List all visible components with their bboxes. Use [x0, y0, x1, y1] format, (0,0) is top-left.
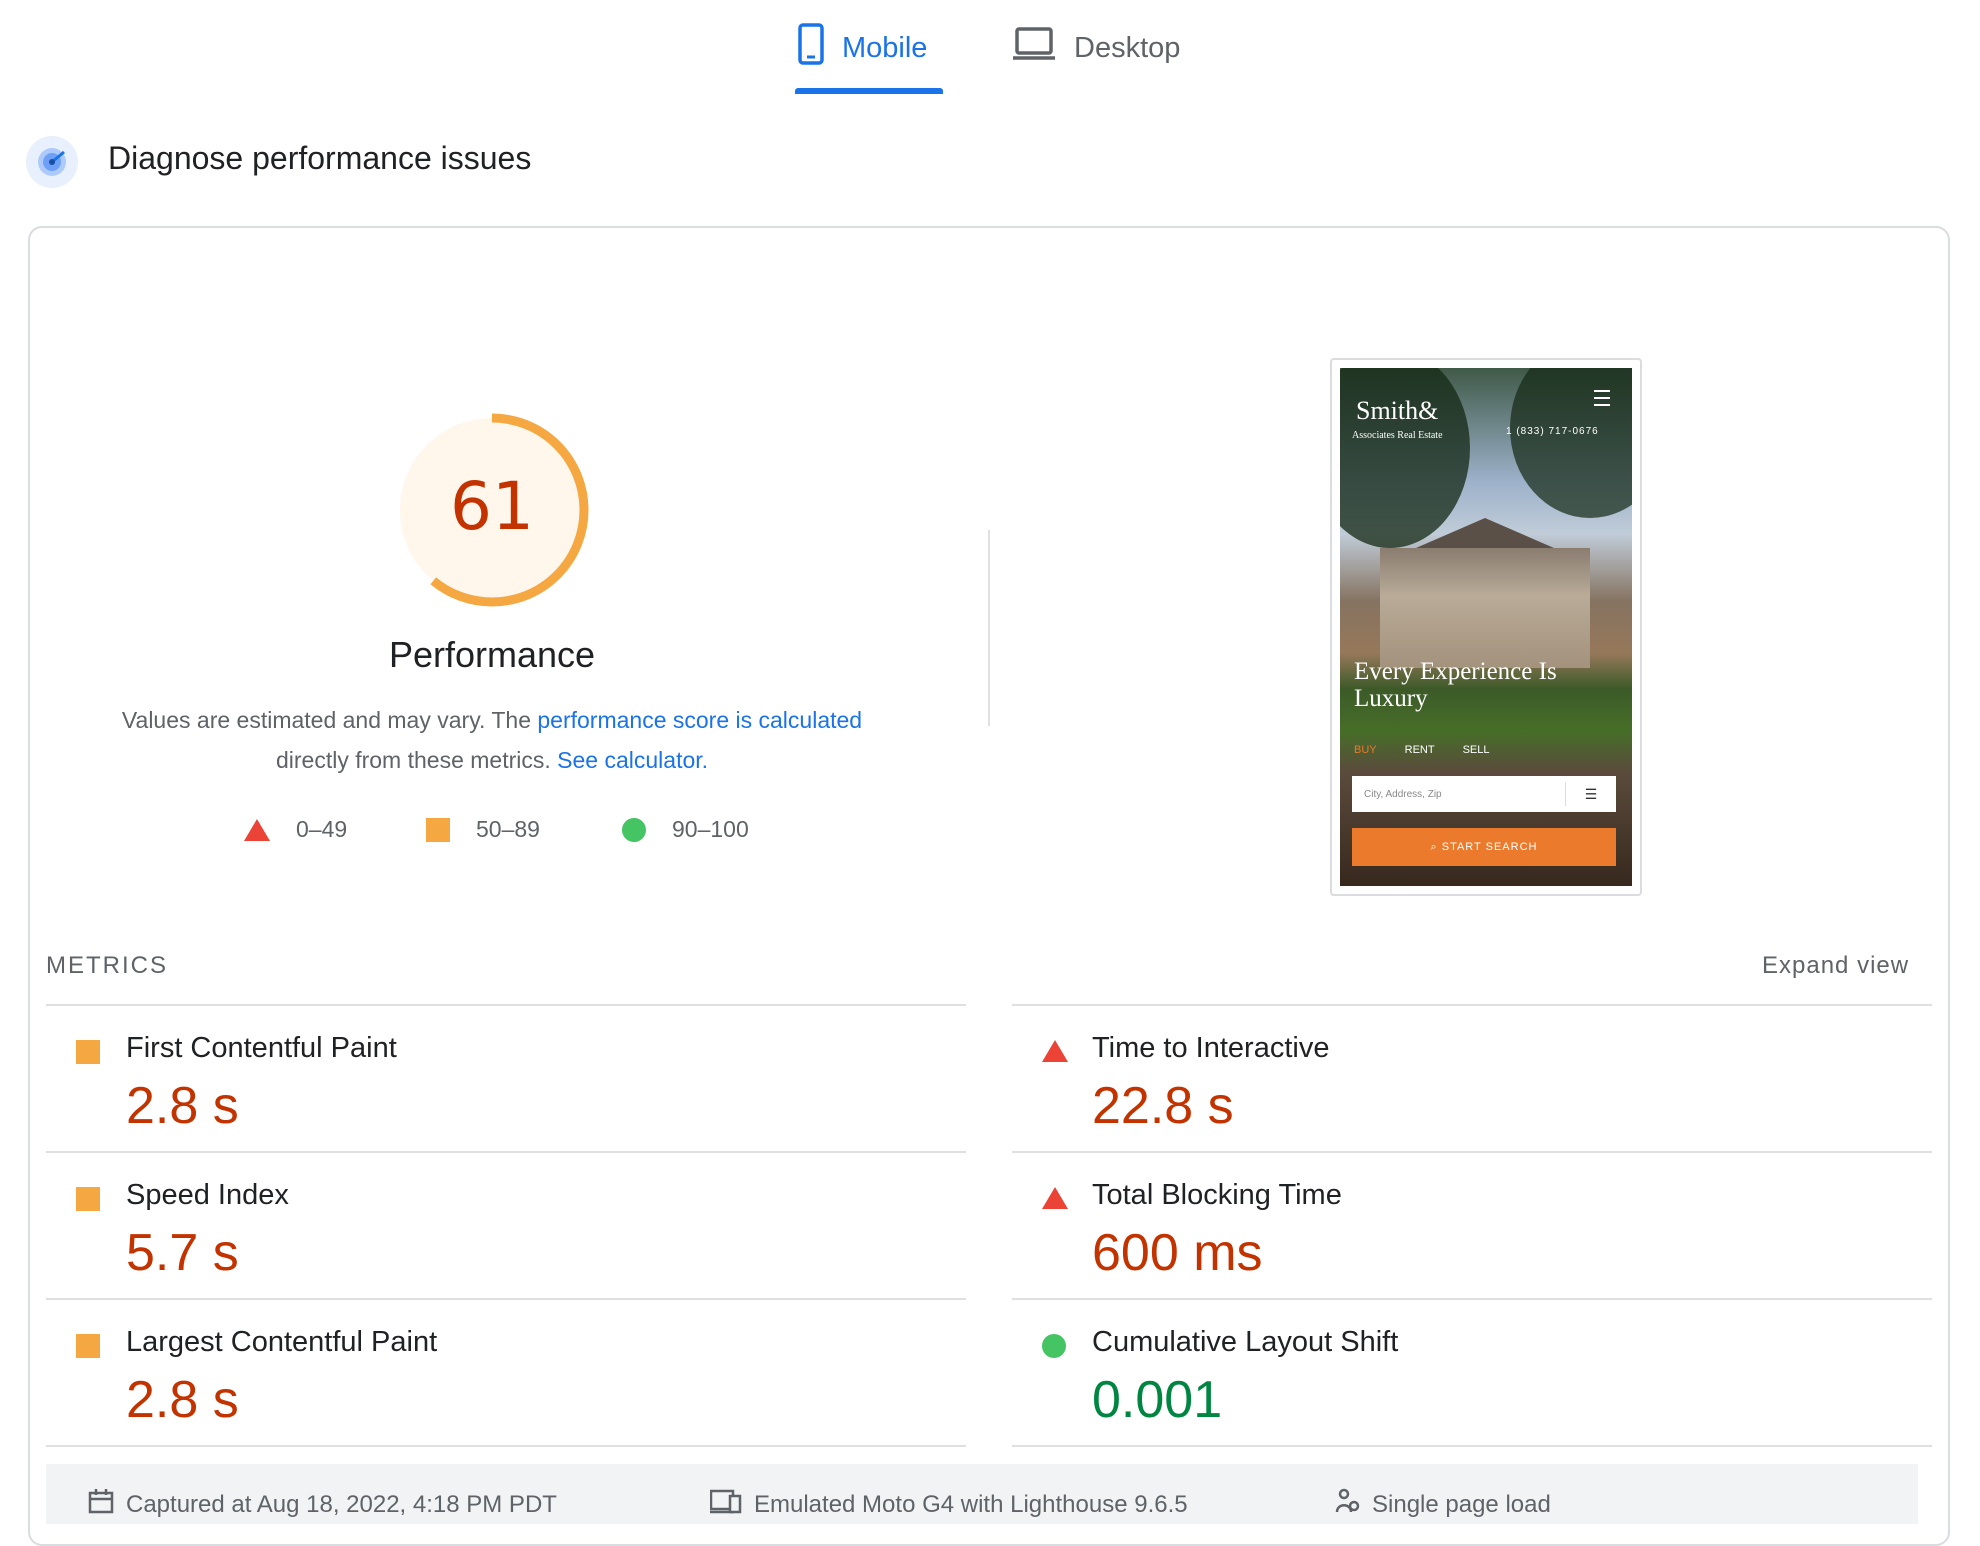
orange-square-icon — [426, 817, 450, 842]
active-tab-indicator — [795, 88, 943, 94]
tab-desktop[interactable]: Desktop — [1012, 18, 1180, 78]
filter-icon: ☰ — [1565, 782, 1616, 806]
orange-square-icon — [76, 1040, 100, 1064]
tree-left — [1340, 368, 1470, 548]
legend-pass-label: 90–100 — [672, 816, 749, 842]
site-headline: Every Experience Is Luxury — [1354, 658, 1557, 712]
site-phone: 1 (833) 717-0676 — [1506, 426, 1599, 437]
green-circle-icon — [1042, 1334, 1066, 1358]
single-page-load-text: Single page load — [1372, 1490, 1551, 1518]
site-nav: BUY RENT SELL — [1354, 744, 1490, 756]
laptop-icon — [1012, 27, 1056, 69]
description-text: Values are estimated and may vary. The — [121, 707, 538, 733]
metric-name: Time to Interactive — [1092, 1032, 1330, 1064]
expand-view-button[interactable]: Expand view — [1762, 952, 1909, 980]
metric-total-blocking-time: Total Blocking Time 600 ms — [1012, 1153, 1932, 1299]
performance-score: 61 — [450, 468, 534, 545]
metric-name: Total Blocking Time — [1092, 1179, 1342, 1211]
site-nav-rent: RENT — [1404, 744, 1435, 756]
orange-square-icon — [76, 1334, 100, 1358]
tab-mobile-label: Mobile — [842, 31, 928, 64]
site-logo: Smith& — [1356, 396, 1439, 425]
phone-icon — [798, 23, 824, 73]
site-nav-sell: SELL — [1462, 744, 1490, 756]
performance-description: Values are estimated and may vary. The p… — [90, 700, 894, 780]
legend-pass: 90–100 — [622, 816, 749, 843]
metric-value: 2.8 s — [126, 1371, 239, 1429]
emulated-device: Emulated Moto G4 with Lighthouse 9.6.5 — [709, 1488, 1188, 1521]
legend-fail-label: 0–49 — [296, 816, 348, 842]
red-triangle-icon — [1042, 1040, 1068, 1062]
red-triangle-icon — [244, 818, 270, 841]
page-screenshot: Smith& Associates Real Estate 1 (833) 71… — [1340, 368, 1632, 886]
tab-mobile[interactable]: Mobile — [798, 18, 927, 78]
metric-time-to-interactive: Time to Interactive 22.8 s — [1012, 1006, 1932, 1152]
site-search-box: City, Address, Zip ☰ — [1352, 776, 1616, 812]
legend-average: 50–89 — [426, 816, 540, 843]
tree-right — [1510, 368, 1632, 518]
see-calculator-link[interactable]: See calculator. — [557, 747, 708, 773]
person-icon — [1334, 1488, 1360, 1521]
captured-at: Captured at Aug 18, 2022, 4:18 PM PDT — [88, 1488, 557, 1521]
site-nav-buy: BUY — [1354, 744, 1377, 756]
metric-value: 2.8 s — [126, 1077, 239, 1135]
metric-name: First Contentful Paint — [126, 1032, 397, 1064]
site-start-search-button: ⌕ START SEARCH — [1352, 828, 1616, 866]
metrics-heading: METRICS — [46, 952, 168, 979]
section-title: Diagnose performance issues — [108, 140, 532, 176]
metric-value: 600 ms — [1092, 1224, 1263, 1282]
metric-value: 22.8 s — [1092, 1077, 1234, 1135]
green-circle-icon — [622, 817, 646, 842]
metric-speed-index: Speed Index 5.7 s — [46, 1153, 966, 1299]
metric-value: 0.001 — [1092, 1371, 1223, 1429]
single-page-load: Single page load — [1334, 1488, 1551, 1521]
score-calculated-link[interactable]: performance score is calculated — [537, 707, 862, 733]
orange-square-icon — [76, 1187, 100, 1211]
tab-desktop-label: Desktop — [1074, 31, 1181, 64]
site-logo-subtitle: Associates Real Estate — [1352, 430, 1443, 441]
devices-icon — [709, 1488, 742, 1521]
metric-name: Largest Contentful Paint — [126, 1326, 438, 1358]
diagnose-icon — [26, 136, 78, 188]
red-triangle-icon — [1042, 1187, 1068, 1209]
site-search-placeholder: City, Address, Zip — [1364, 788, 1442, 800]
metric-name: Cumulative Layout Shift — [1092, 1326, 1399, 1358]
metric-name: Speed Index — [126, 1179, 289, 1211]
metric-cumulative-layout-shift: Cumulative Layout Shift 0.001 — [1012, 1300, 1932, 1446]
vertical-divider — [988, 530, 990, 726]
calendar-icon — [88, 1488, 114, 1521]
description-text-2: directly from these metrics. — [275, 747, 558, 773]
captured-at-text: Captured at Aug 18, 2022, 4:18 PM PDT — [126, 1490, 557, 1518]
house-image — [1380, 548, 1590, 668]
metric-value: 5.7 s — [126, 1224, 239, 1282]
site-cta-label: START SEARCH — [1441, 841, 1538, 853]
emulated-device-text: Emulated Moto G4 with Lighthouse 9.6.5 — [754, 1490, 1188, 1518]
legend-fail: 0–49 — [244, 816, 347, 843]
performance-title: Performance — [388, 634, 596, 675]
metric-first-contentful-paint: First Contentful Paint 2.8 s — [46, 1006, 966, 1152]
hamburger-menu-icon — [1594, 390, 1610, 406]
search-icon: ⌕ — [1430, 841, 1442, 853]
legend-average-label: 50–89 — [476, 816, 540, 842]
metric-largest-contentful-paint: Largest Contentful Paint 2.8 s — [46, 1300, 966, 1446]
